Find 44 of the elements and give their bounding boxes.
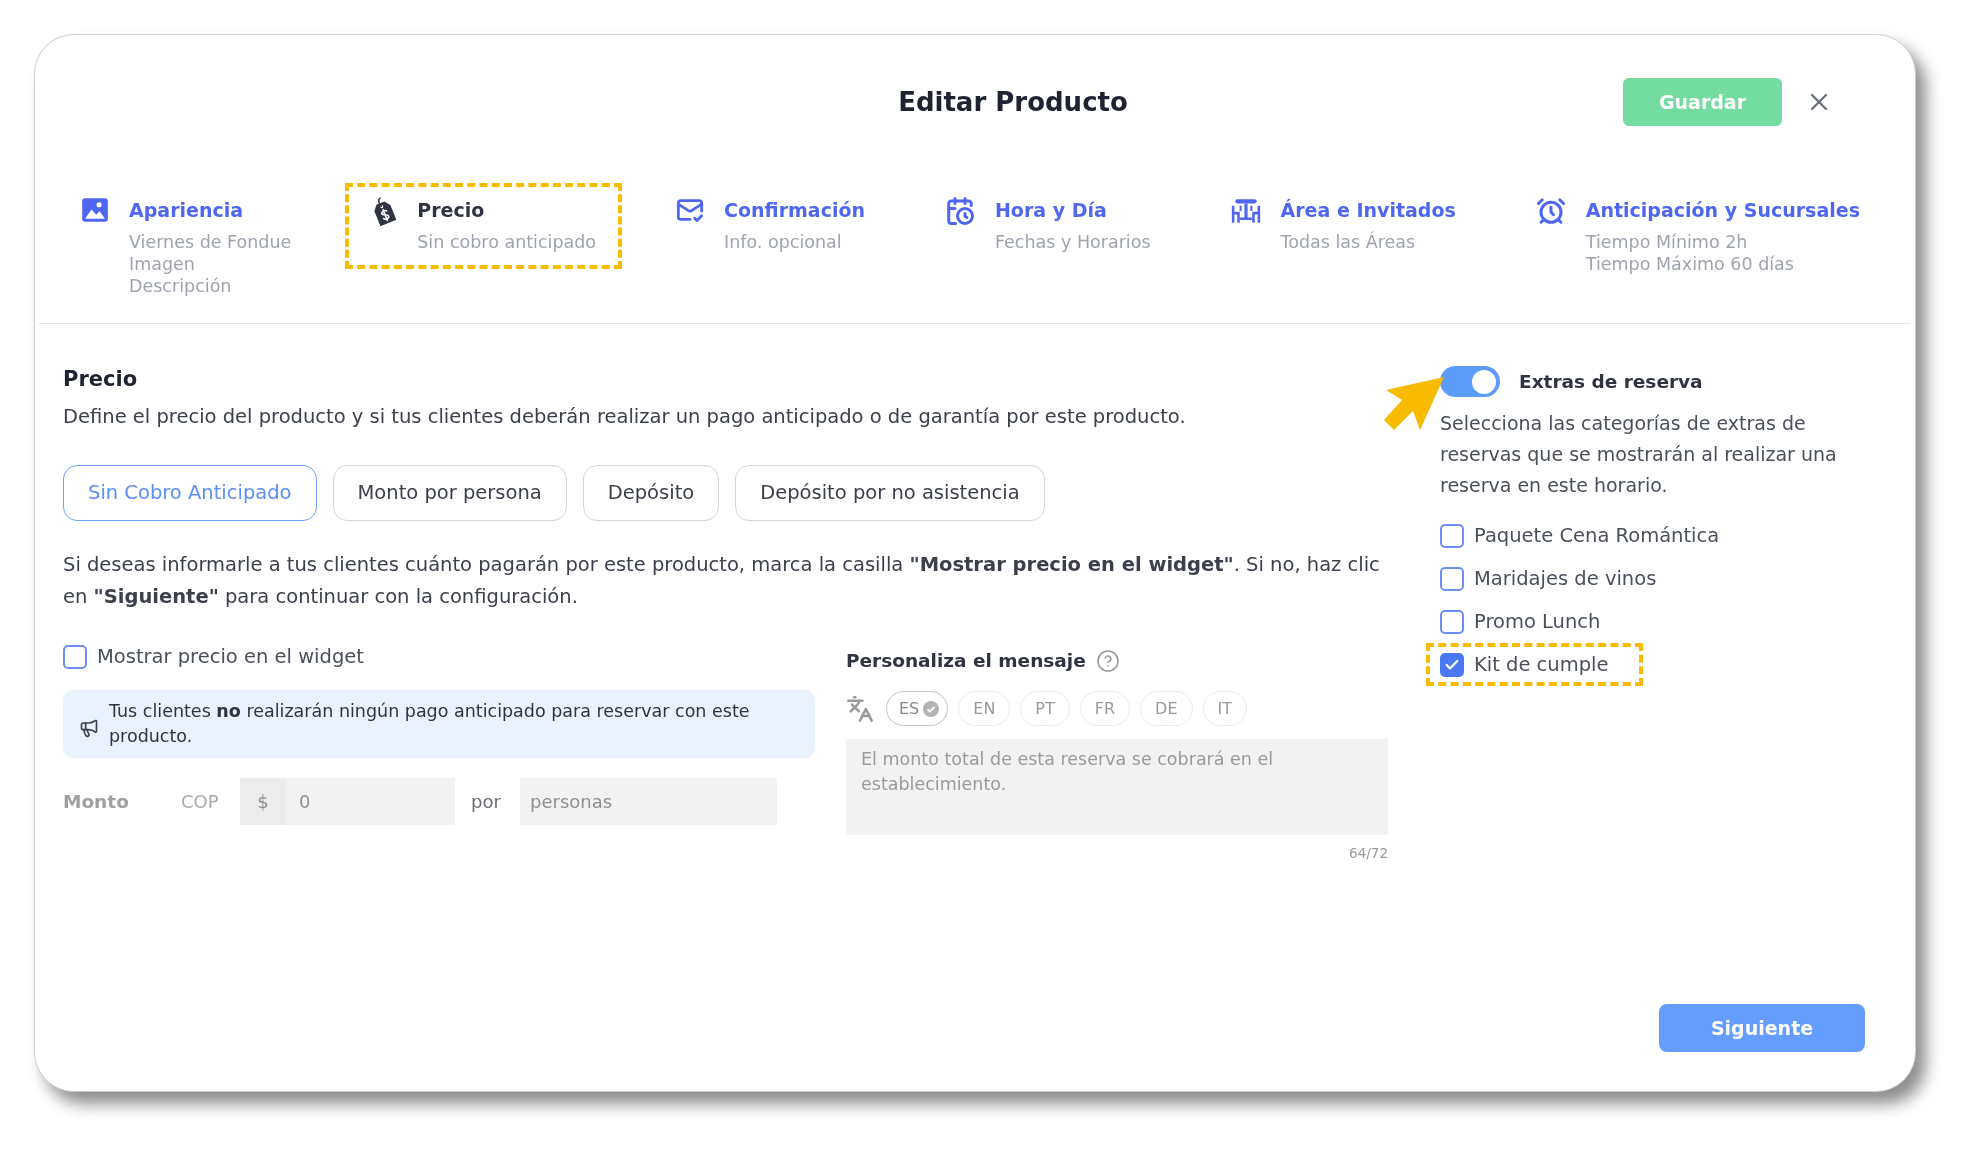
check-circle-icon bbox=[923, 700, 940, 717]
checkbox[interactable] bbox=[1440, 652, 1464, 677]
checkbox[interactable] bbox=[63, 645, 87, 669]
envelope-check-icon bbox=[676, 196, 705, 224]
checkbox[interactable] bbox=[1440, 609, 1464, 634]
megaphone-icon bbox=[79, 718, 99, 738]
price-option[interactable]: Sin Cobro Anticipado bbox=[63, 465, 317, 521]
tab[interactable]: Área e Invitados Todas las Áreas bbox=[1204, 183, 1482, 269]
checkbox[interactable] bbox=[1440, 523, 1464, 548]
price-option[interactable]: Monto por persona bbox=[332, 465, 567, 521]
checkbox-label: Maridajes de vinos bbox=[1474, 565, 1657, 592]
image-icon bbox=[81, 196, 109, 224]
checkbox-label: Promo Lunch bbox=[1474, 608, 1601, 635]
translate-icon bbox=[846, 694, 874, 723]
extras-title: Extras de reserva bbox=[1519, 369, 1703, 394]
tab[interactable]: Precio Sin cobro anticipado bbox=[345, 183, 623, 269]
calendar-clock-icon bbox=[944, 196, 975, 226]
info-paragraph: Si deseas informarle a tus clientes cuánto pagarán por este producto, marca la casilla "Mostrar precio en el widget". Si no, haz clic en "Siguiente" para continuar con la configuración. bbox=[63, 552, 1381, 610]
tab[interactable]: Apariencia Viernes de Fondue Imagen Descripción bbox=[55, 183, 318, 313]
price-option[interactable]: Depósito por no asistencia bbox=[735, 465, 1045, 521]
checkbox[interactable] bbox=[1440, 566, 1464, 591]
help-icon bbox=[1095, 649, 1120, 673]
dialog-title: Editar Producto bbox=[898, 85, 1128, 119]
section-description: Define el precio del producto y si tus clientes deberán realizar un pago anticipado o de garantía por este producto. bbox=[63, 404, 1186, 430]
extras-toggle[interactable] bbox=[1440, 366, 1500, 397]
tab[interactable]: Anticipación y Sucursales Tiempo Mínimo 2h Tiempo Máximo 60 días bbox=[1509, 183, 1886, 291]
table-chairs-icon bbox=[1230, 196, 1261, 226]
currency-symbol: $ bbox=[240, 778, 286, 825]
per-label: por bbox=[471, 790, 502, 814]
currency-label: COP bbox=[181, 790, 220, 814]
alarm-clock-icon bbox=[1535, 196, 1566, 226]
message-heading: Personaliza el mensaje bbox=[846, 649, 1086, 674]
notice-text: Tus clientes no realizarán ningún pago anticipado para reservar con este producto. bbox=[109, 700, 751, 748]
checkbox-label: Mostrar precio en el widget bbox=[97, 644, 364, 671]
character-counter: 64/72 bbox=[1349, 844, 1388, 863]
checkbox-label: Kit de cumple bbox=[1474, 651, 1609, 678]
price-option[interactable]: Depósito bbox=[582, 465, 720, 521]
checkbox-label: Paquete Cena Romántica bbox=[1474, 522, 1720, 549]
next-button[interactable]: Siguiente bbox=[1659, 1004, 1865, 1052]
amount-label: Monto bbox=[63, 789, 130, 814]
tab[interactable]: Confirmación Info. opcional bbox=[650, 183, 891, 269]
extras-description: Selecciona las categorías de extras de reservas que se mostrarán al realizar una reserva en este horario. bbox=[1440, 411, 1838, 498]
section-title: Precio bbox=[63, 366, 138, 392]
tab[interactable]: Hora y Día Fechas y Horarios bbox=[918, 183, 1177, 269]
